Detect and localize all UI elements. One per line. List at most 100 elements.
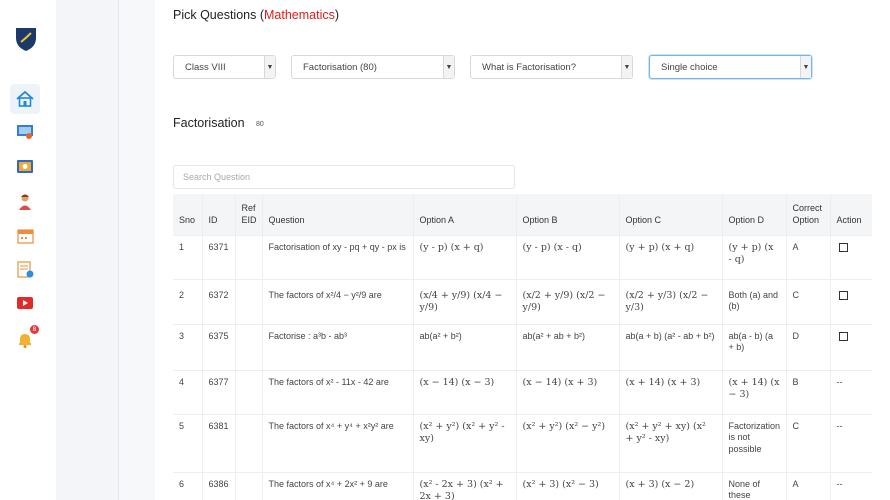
cell-action [830, 278, 872, 324]
cell-id: 6372 [202, 278, 236, 324]
main-content: Pick Questions (Mathematics) Class VIII … [119, 0, 890, 500]
class-select[interactable]: Class VIII ▼ [173, 55, 276, 79]
cell-ref-eid [235, 369, 263, 414]
cell-option-a: (x/4 + y/9) (x/4 − y/9) [413, 278, 517, 324]
cell-action: -- [830, 369, 872, 414]
select-checkbox[interactable] [838, 331, 848, 341]
cell-option-b: (x − 14) (x + 3) [516, 369, 620, 414]
cell-option-a: (x² - 2x + 3) (x² + 2x + 3) [413, 471, 517, 500]
chevron-down-icon[interactable]: ▼ [800, 56, 811, 78]
cell-action: -- [830, 471, 872, 500]
cell-sno: 3 [173, 323, 203, 370]
cell-option-d: (y + p) (x - q) [722, 234, 787, 279]
table-header-row: Sno ID Ref EID Question Option A Option … [173, 194, 872, 235]
subject-name: Mathematics [264, 8, 335, 22]
cell-id: 6371 [202, 234, 236, 279]
cell-correct-option: B [786, 369, 831, 414]
select-checkbox[interactable] [838, 242, 848, 252]
questions-table: Sno ID Ref EID Question Option A Option … [173, 194, 872, 500]
cell-ref-eid [235, 471, 263, 500]
cell-option-c: (y + p) (x + q) [619, 234, 723, 279]
col-question[interactable]: Question [262, 194, 414, 235]
cell-option-a: ab(a² + b²) [413, 323, 517, 370]
search-input[interactable]: Search Question [173, 165, 515, 189]
bell-icon[interactable]: 8 [14, 325, 39, 350]
col-option-d[interactable]: Option D [722, 194, 787, 235]
sidebar: 8 [0, 0, 56, 500]
title-prefix: Pick Questions ( [173, 8, 265, 22]
cell-option-a: (x − 14) (x − 3) [413, 369, 517, 414]
cell-option-b: (x² + y²) (x² − y²) [516, 413, 620, 472]
shield-logo-icon[interactable] [14, 26, 38, 52]
cell-option-d: None of these [722, 471, 787, 500]
topic-select-value: What is Factorisation? [482, 61, 576, 73]
cell-question: The factors of x⁴ + 2x² + 9 are [262, 471, 414, 500]
table-row[interactable]: 5 6381 The factors of x⁴ + y⁴ + x²y² are… [173, 413, 872, 472]
table-row[interactable]: 1 6371 Factorisation of xy - pq + qy - p… [173, 234, 872, 279]
chevron-down-icon[interactable]: ▼ [621, 56, 632, 78]
cell-option-d: Both (a) and (b) [722, 278, 787, 324]
col-option-b[interactable]: Option B [516, 194, 620, 235]
cell-action [830, 323, 872, 370]
col-option-a[interactable]: Option A [413, 194, 517, 235]
topic-select[interactable]: What is Factorisation? ▼ [470, 55, 633, 79]
cell-option-d: (x + 14) (x − 3) [722, 369, 787, 414]
cell-correct-option: C [786, 413, 831, 472]
cell-option-c: (x² + y² + xy) (x² + y² - xy) [619, 413, 723, 472]
chevron-down-icon[interactable]: ▼ [264, 56, 275, 78]
cell-question: Factorisation of xy - pq + qy - px is [262, 234, 414, 279]
cell-sno: 1 [173, 234, 203, 279]
col-sno[interactable]: Sno [173, 194, 203, 235]
cell-correct-option: A [786, 234, 831, 279]
video-class-icon[interactable] [14, 156, 36, 178]
cell-sno: 2 [173, 278, 203, 324]
col-id[interactable]: ID [202, 194, 236, 235]
cell-option-b: (y - p) (x - q) [516, 234, 620, 279]
chapter-select[interactable]: Factorisation (80) ▼ [291, 55, 455, 79]
teacher-icon[interactable] [14, 191, 36, 213]
cell-id: 6386 [202, 471, 236, 500]
cell-option-d: Factorization is not possible [722, 413, 787, 472]
cell-sno: 4 [173, 369, 203, 414]
cell-option-d: ab(a - b) (a + b) [722, 323, 787, 370]
filter-card: Pick Questions (Mathematics) Class VIII … [155, 0, 890, 108]
question-list-card: Factorisation 80 Search Question Sno ID … [155, 102, 890, 500]
cell-option-b: ab(a² + ab + b²) [516, 323, 620, 370]
cell-option-a: (y - p) (x + q) [413, 234, 517, 279]
chevron-down-icon[interactable]: ▼ [443, 56, 454, 78]
cell-option-c: ab(a + b) (a² - ab + b²) [619, 323, 723, 370]
cell-ref-eid [235, 413, 263, 472]
col-action[interactable]: Action [830, 194, 872, 235]
cell-question: Factorise : a³b - ab³ [262, 323, 414, 370]
classroom-icon[interactable] [14, 121, 36, 143]
cell-sno: 6 [173, 471, 203, 500]
youtube-icon[interactable] [14, 292, 36, 314]
cell-question: The factors of x⁴ + y⁴ + x²y² are [262, 413, 414, 472]
cell-option-b: (x/2 + y/9) (x/2 − y/9) [516, 278, 620, 324]
report-icon[interactable] [14, 259, 36, 281]
table-row[interactable]: 6 6386 The factors of x⁴ + 2x² + 9 are (… [173, 471, 872, 500]
table-row[interactable]: 3 6375 Factorise : a³b - ab³ ab(a² + b²)… [173, 323, 872, 370]
question-type-select[interactable]: Single choice ▼ [649, 55, 812, 79]
cell-ref-eid [235, 323, 263, 370]
gutter [56, 0, 118, 500]
col-correct-option[interactable]: Correct Option [786, 194, 831, 235]
table-row[interactable]: 4 6377 The factors of x² - 11x - 42 are … [173, 369, 872, 414]
search-placeholder: Search Question [183, 172, 251, 182]
col-option-c[interactable]: Option C [619, 194, 723, 235]
cell-correct-option: C [786, 278, 831, 324]
cell-option-b: (x² + 3) (x² − 3) [516, 471, 620, 500]
cell-action: -- [830, 413, 872, 472]
title-suffix: ) [334, 8, 340, 22]
col-ref-eid[interactable]: Ref EID [235, 194, 263, 235]
cell-id: 6381 [202, 413, 236, 472]
question-type-value: Single choice [661, 61, 718, 73]
cell-id: 6377 [202, 369, 236, 414]
cell-option-a: (x² + y²) (x² + y² - xy) [413, 413, 517, 472]
cell-question: The factors of x² - 11x - 42 are [262, 369, 414, 414]
table-row[interactable]: 2 6372 The factors of x²/4 − y²/9 are (x… [173, 278, 872, 324]
calendar-icon[interactable] [14, 225, 36, 247]
select-checkbox[interactable] [838, 290, 848, 300]
cell-correct-option: A [786, 471, 831, 500]
home-icon[interactable] [10, 84, 40, 114]
